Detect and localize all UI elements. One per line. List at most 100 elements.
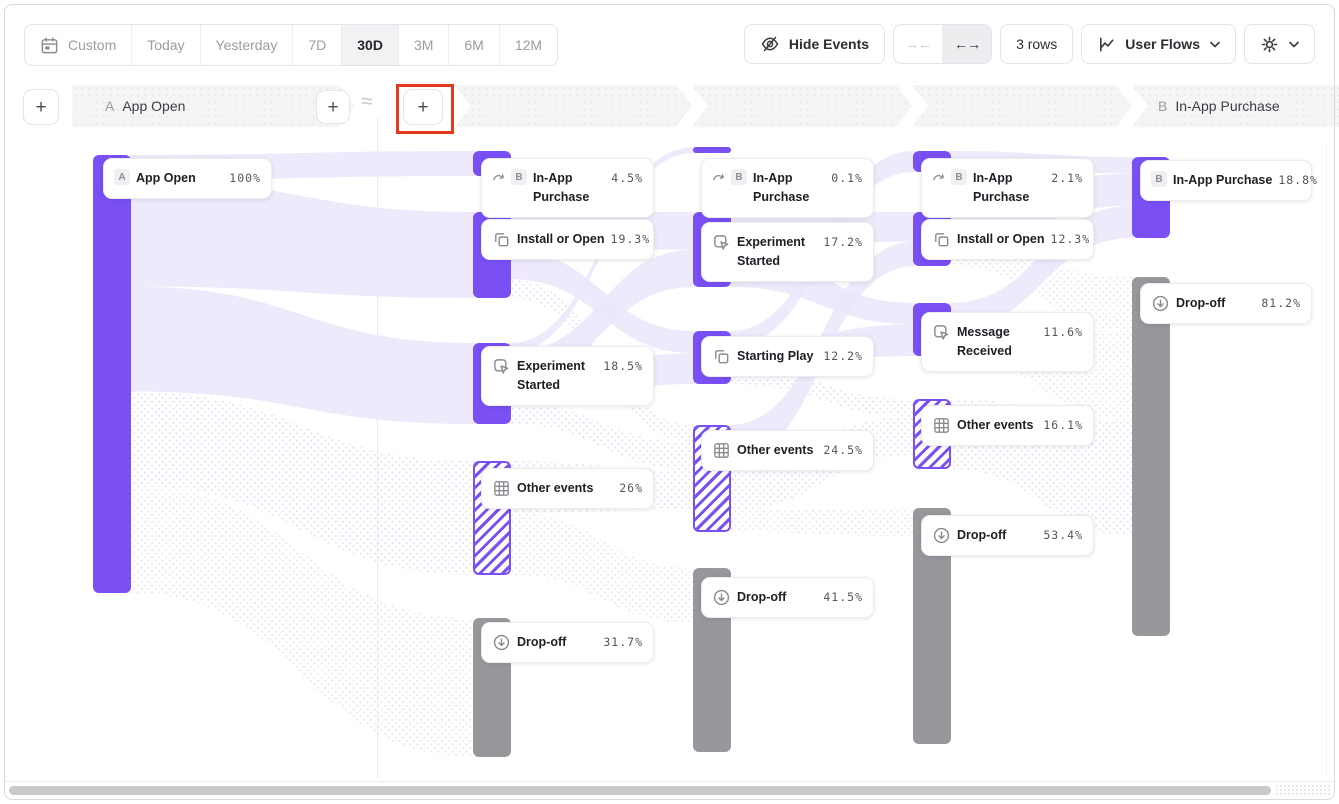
node-label: Experiment Started [517, 357, 597, 395]
width-toggle: →← ←→ [893, 24, 992, 64]
date-range-label: 30D [357, 37, 383, 53]
node-percentage: 81.2% [1261, 294, 1301, 310]
scrollbar-track-dots [1275, 784, 1330, 797]
dropoff-arrow-icon [712, 588, 731, 607]
date-range-3m[interactable]: 3M [399, 25, 449, 65]
flow-node-starting-play[interactable]: Starting Play12.2% [701, 336, 874, 377]
date-range-label: Custom [68, 37, 116, 53]
dropoff-arrow-icon [1151, 294, 1170, 313]
flow-node-install-or-open[interactable]: Install or Open 12.3% [921, 219, 1094, 260]
funnel-step-band[interactable] [692, 85, 912, 127]
add-step-before-button[interactable]: + [23, 89, 59, 125]
experiment-click-icon [712, 233, 731, 252]
date-range-7d[interactable]: 7D [293, 25, 342, 65]
scrollbar-thumb[interactable] [9, 786, 1271, 795]
flow-link [729, 508, 915, 536]
node-percentage: 18.8% [1278, 171, 1318, 187]
event-badge-b: B [1151, 171, 1167, 187]
settings-dropdown[interactable] [1244, 24, 1315, 64]
node-percentage: 31.7% [603, 633, 643, 649]
add-step-after-a-button[interactable]: + [316, 90, 350, 124]
funnel-step-band[interactable] [455, 85, 692, 127]
date-range-custom[interactable]: Custom [25, 25, 132, 65]
date-range-12m[interactable]: 12M [500, 25, 557, 65]
collapse-columns-button[interactable]: →← [894, 25, 943, 63]
flow-node-experiment-started[interactable]: Experiment Started18.5% [481, 346, 654, 406]
flow-node-drop-off[interactable]: Drop-off 31.7% [481, 622, 654, 663]
node-label: In-App Purchase [753, 169, 825, 207]
flow-node-other-events[interactable]: Other events 16.1% [921, 405, 1094, 446]
flow-bar-in-app-purchase[interactable] [693, 147, 731, 153]
node-percentage: 4.5% [611, 169, 643, 185]
node-percentage: 24.5% [823, 441, 863, 457]
flow-bar-app-open[interactable] [93, 155, 131, 593]
event-badge-b: B [731, 169, 747, 185]
date-range-today[interactable]: Today [132, 25, 200, 65]
node-label: Other events [517, 479, 613, 498]
node-percentage: 11.6% [1043, 323, 1083, 339]
node-label: In-App Purchase [533, 169, 605, 207]
flow-node-experiment-started[interactable]: Experiment Started 17.2% [701, 222, 874, 282]
flow-node-in-app-purchase[interactable]: BIn-App Purchase4.5% [481, 158, 654, 218]
node-label: Install or Open [957, 230, 1045, 249]
flow-node-message-received[interactable]: Message Received11.6% [921, 312, 1094, 372]
funnel-step-band[interactable] [912, 85, 1132, 127]
step-prefix: A [105, 98, 114, 114]
node-percentage: 2.1% [1051, 169, 1083, 185]
date-range-label: Today [147, 37, 184, 53]
funnel-step-band-app-open[interactable]: AApp Open [72, 85, 355, 127]
node-label: Other events [957, 416, 1037, 435]
date-range-label: 3M [414, 37, 433, 53]
date-range-6m[interactable]: 6M [449, 25, 499, 65]
flow-node-install-or-open[interactable]: Install or Open19.3% [481, 219, 654, 260]
rows-button[interactable]: 3 rows [1000, 24, 1073, 64]
node-percentage: 17.2% [823, 233, 863, 249]
node-percentage: 12.3% [1051, 230, 1091, 246]
date-range-selector: Custom Today Yesterday 7D 30D 3M 6M 12M [24, 24, 558, 66]
experiment-click-icon [932, 323, 951, 342]
flow-node-other-events[interactable]: Other events26% [481, 468, 654, 509]
chevron-down-icon [1210, 41, 1220, 48]
date-range-30d[interactable]: 30D [342, 25, 399, 65]
node-percentage: 16.1% [1043, 416, 1083, 432]
date-range-label: Yesterday [216, 37, 278, 53]
overlapping-windows-icon [712, 347, 731, 366]
node-label: Experiment Started [737, 233, 817, 271]
view-selector-dropdown[interactable]: User Flows [1081, 24, 1236, 64]
expand-columns-button[interactable]: ←→ [943, 25, 991, 63]
flow-link [509, 512, 695, 623]
experiment-click-icon [492, 357, 511, 376]
node-percentage: 12.2% [823, 347, 863, 363]
flow-node-drop-off[interactable]: Drop-off53.4% [921, 515, 1094, 556]
calendar-icon [40, 36, 59, 55]
funnel-step-band-in-app-purchase[interactable]: BIn-App Purchase [1132, 85, 1339, 127]
trend-arrow-icon [492, 170, 506, 184]
step-label: In-App Purchase [1175, 98, 1279, 114]
dropoff-arrow-icon [492, 633, 511, 652]
date-range-yesterday[interactable]: Yesterday [201, 25, 294, 65]
flow-node-in-app-purchase[interactable]: BIn-App Purchase18.8% [1140, 160, 1312, 201]
flow-node-in-app-purchase[interactable]: B In-App Purchase 2.1% [921, 158, 1094, 218]
event-badge-b: B [951, 169, 967, 185]
date-range-label: 12M [515, 37, 542, 53]
flow-node-in-app-purchase[interactable]: B In-App Purchase 0.1% [701, 158, 874, 218]
gear-icon [1260, 35, 1279, 54]
rows-label: 3 rows [1016, 36, 1057, 52]
flow-node-other-events[interactable]: Other events24.5% [701, 430, 874, 471]
overlapping-windows-icon [492, 230, 511, 249]
hide-events-label: Hide Events [789, 36, 869, 52]
node-label: Drop-off [517, 633, 597, 652]
grid-icon [932, 416, 951, 435]
line-chart-icon [1097, 35, 1116, 54]
node-label: In-App Purchase [1173, 171, 1272, 190]
flow-node-app-open[interactable]: AApp Open100% [103, 158, 272, 199]
trend-arrow-icon [932, 170, 946, 184]
flow-node-drop-off[interactable]: Drop-off81.2% [1140, 283, 1312, 324]
flow-node-drop-off[interactable]: Drop-off41.5% [701, 577, 874, 618]
flow-bar-drop-off[interactable] [1132, 277, 1170, 636]
node-label: In-App Purchase [973, 169, 1045, 207]
horizontal-scrollbar [5, 781, 1334, 800]
node-percentage: 0.1% [831, 169, 863, 185]
hide-events-button[interactable]: Hide Events [744, 24, 885, 64]
node-percentage: 53.4% [1043, 526, 1083, 542]
